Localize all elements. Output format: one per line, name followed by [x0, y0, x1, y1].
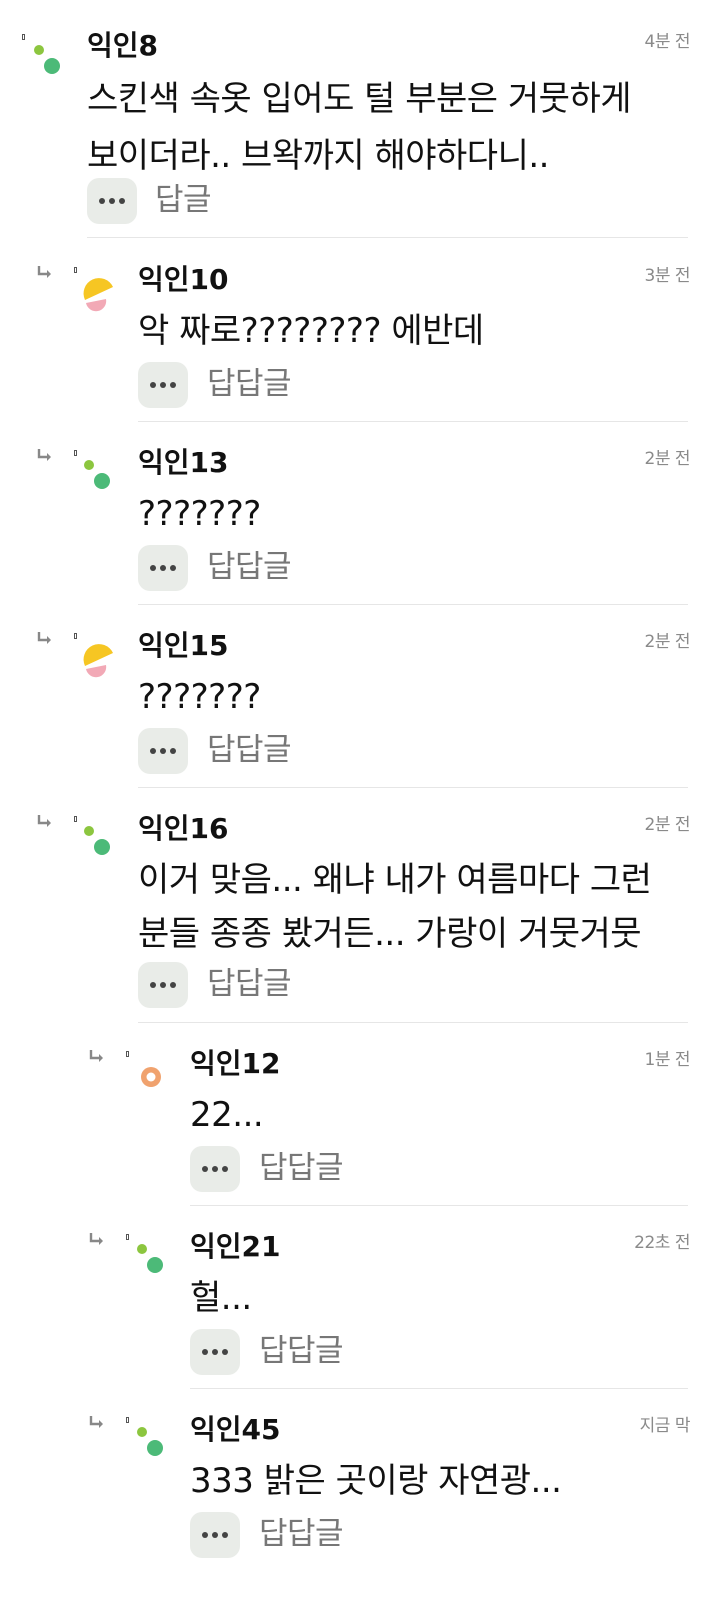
comment-time: 2분 전: [644, 815, 691, 835]
comment-author[interactable]: 익인8: [87, 29, 158, 63]
comment-text: 22...: [190, 1095, 264, 1135]
reply-button[interactable]: 답답글: [207, 544, 292, 590]
reply-arrow-icon: [89, 1233, 103, 1245]
reply-button[interactable]: 답답글: [207, 361, 292, 407]
comment-author[interactable]: 익인10: [138, 263, 229, 297]
comment-author[interactable]: 익인45: [190, 1413, 281, 1447]
comment-author[interactable]: 익인15: [138, 629, 229, 663]
reply-arrow-icon: [37, 266, 51, 278]
more-options-button[interactable]: [190, 1329, 240, 1375]
reply-button[interactable]: 답답글: [207, 727, 292, 773]
avatar-orange-ring-icon: [141, 1067, 161, 1087]
comment-item: 익인21 22초 전 헐... 답답글: [0, 1207, 720, 1390]
more-options-button[interactable]: [190, 1146, 240, 1192]
reply-arrow-icon: [89, 1050, 103, 1062]
comment-time: 4분 전: [644, 32, 691, 52]
comment-author[interactable]: 익인16: [138, 812, 229, 846]
divider: [138, 421, 688, 422]
comment-time: 지금 막: [639, 1416, 691, 1436]
reply-arrow-icon: [89, 1416, 103, 1428]
tiny-marker-icon: [74, 267, 77, 273]
comment-item: 익인45 지금 막 333 밝은 곳이랑 자연광... 답답글: [0, 1390, 720, 1607]
reply-arrow-icon: [37, 449, 51, 461]
comment-text: 악 짜로???????? 에반데: [138, 311, 484, 351]
tiny-marker-icon: [74, 816, 77, 822]
divider: [190, 1205, 688, 1206]
avatar-green-dots-icon: [84, 826, 110, 855]
comment-time: 22초 전: [634, 1233, 690, 1253]
more-options-button[interactable]: [190, 1512, 240, 1558]
comment-text: 이거 맞음... 왜냐 내가 여름마다 그런: [138, 860, 652, 900]
tiny-marker-icon: [74, 450, 77, 456]
avatar-yellow-pink-icon: [83, 278, 113, 312]
divider: [138, 787, 688, 788]
more-options-button[interactable]: [138, 362, 188, 408]
comment-text: ???????: [138, 494, 261, 534]
more-options-button[interactable]: [138, 545, 188, 591]
comment-author[interactable]: 익인13: [138, 446, 229, 480]
reply-button[interactable]: 답답글: [259, 1145, 344, 1191]
reply-button[interactable]: 답답글: [259, 1511, 344, 1557]
tiny-marker-icon: [74, 633, 77, 639]
comment-author[interactable]: 익인12: [190, 1047, 281, 1081]
comment-item: 익인16 2분 전 이거 맞음... 왜냐 내가 여름마다 그런 분들 종종 봤…: [0, 789, 720, 1024]
divider: [138, 604, 688, 605]
comment-item: 익인13 2분 전 ??????? 답답글: [0, 423, 720, 606]
reply-button[interactable]: 답답글: [207, 961, 292, 1007]
comment-text: 헐...: [190, 1278, 252, 1318]
comment-text: 스킨색 속옷 입어도 털 부분은 거뭇하게: [87, 79, 632, 119]
avatar-green-dots-icon: [34, 45, 60, 74]
tiny-marker-icon: [126, 1417, 129, 1423]
tiny-marker-icon: [22, 34, 25, 40]
comment-time: 3분 전: [644, 266, 691, 286]
comment-text: 분들 종종 봤거든... 가랑이 거뭇거뭇: [138, 914, 642, 954]
more-options-button[interactable]: [87, 178, 137, 224]
reply-arrow-icon: [37, 815, 51, 827]
comment-item: 익인12 1분 전 22... 답답글: [0, 1024, 720, 1207]
comment-item: 익인15 2분 전 ??????? 답답글: [0, 606, 720, 789]
avatar-green-dots-icon: [84, 460, 110, 489]
divider: [138, 1022, 688, 1023]
comment-text: ???????: [138, 677, 261, 717]
avatar-green-dots-icon: [137, 1427, 163, 1456]
comment-time: 1분 전: [644, 1050, 691, 1070]
reply-button[interactable]: 답답글: [259, 1328, 344, 1374]
comment-author[interactable]: 익인21: [190, 1230, 281, 1264]
tiny-marker-icon: [126, 1051, 129, 1057]
comment-item: 익인10 3분 전 악 짜로???????? 에반데 답답글: [0, 240, 720, 423]
reply-button[interactable]: 답글: [155, 177, 212, 223]
more-options-button[interactable]: [138, 728, 188, 774]
comment-time: 2분 전: [644, 632, 691, 652]
divider: [190, 1388, 688, 1389]
avatar-yellow-pink-icon: [83, 644, 113, 678]
divider: [87, 237, 688, 238]
comment-item: 익인8 4분 전 스킨색 속옷 입어도 털 부분은 거뭇하게 보이더라.. 브왁…: [0, 0, 720, 240]
tiny-marker-icon: [126, 1234, 129, 1240]
comment-time: 2분 전: [644, 449, 691, 469]
reply-arrow-icon: [37, 632, 51, 644]
more-options-button[interactable]: [138, 962, 188, 1008]
comment-text: 333 밝은 곳이랑 자연광...: [190, 1461, 562, 1501]
avatar-green-dots-icon: [137, 1244, 163, 1273]
